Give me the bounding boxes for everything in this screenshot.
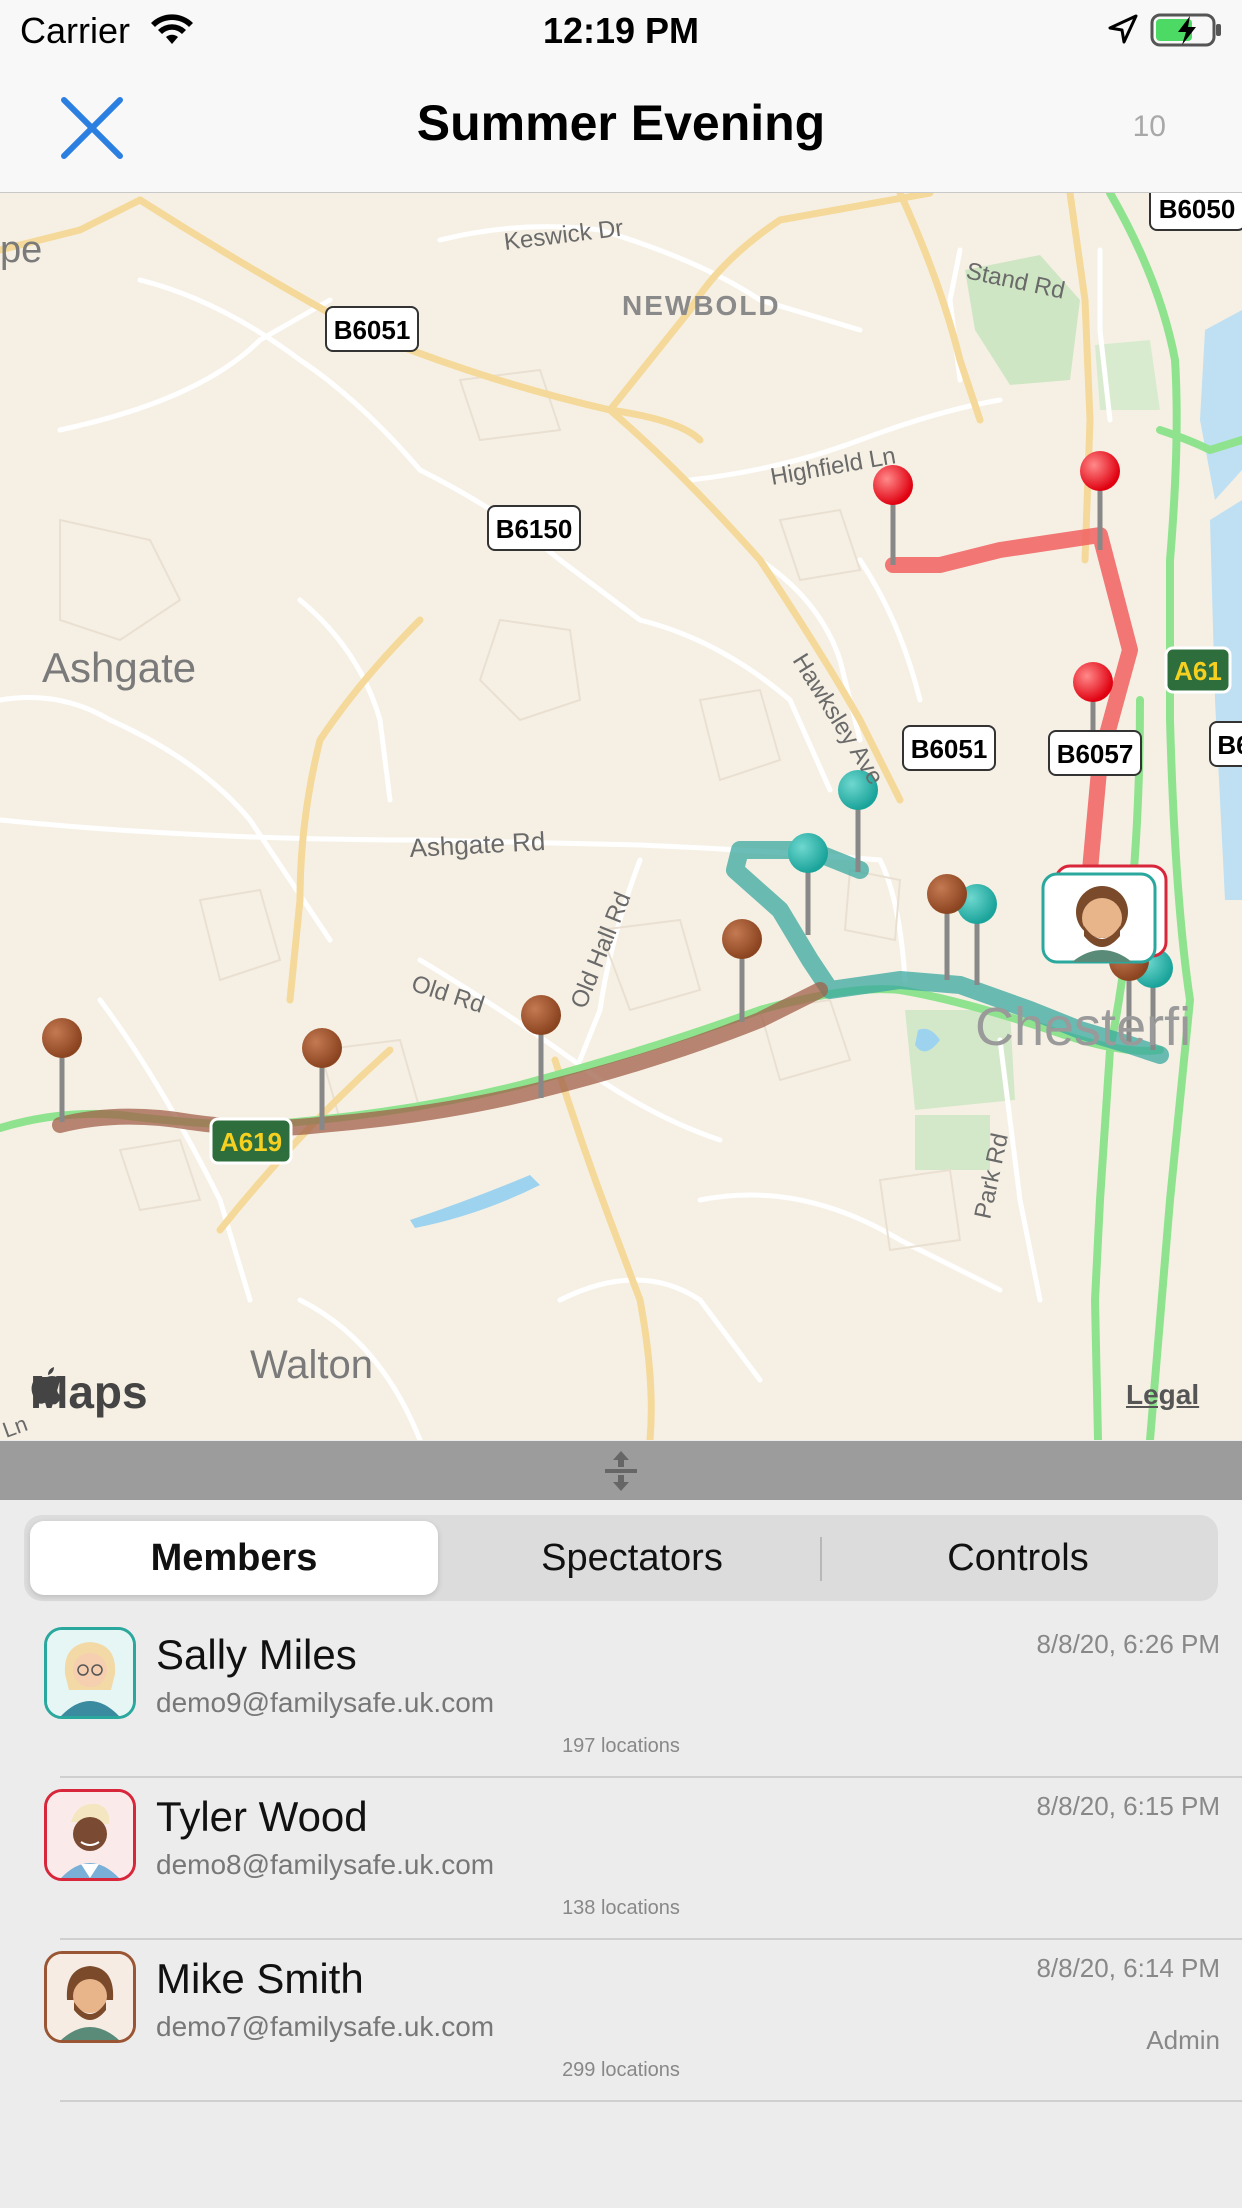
row-divider [60,2100,1242,2102]
member-location-count: 197 locations [562,1735,680,1757]
avatar [44,1951,136,2043]
map-canvas: Keswick Dr NEWBOLD Stand Rd Highfield Ln… [0,193,1242,1440]
page-title: Summer Evening [416,95,826,151]
shield-a619: A619 [209,1117,293,1165]
shield-b6050: B6050 [1149,193,1242,231]
member-role-badge: Admin [1146,2025,1220,2055]
avatar-tyler-icon [47,1792,133,1878]
location-count-badge: 10 [1132,110,1166,143]
shield-a61: A61 [1164,646,1232,694]
battery-icon [1150,13,1221,47]
pin-brown-1 [42,1018,82,1122]
location-arrow-icon [1108,14,1138,44]
member-name: Sally Miles [156,1631,357,1678]
member-last-seen: 8/8/20, 6:14 PM [1036,1953,1220,1983]
member-location-count: 299 locations [562,2059,680,2081]
label-ashgate: Ashgate [42,644,196,691]
shield-b6057: B6057 [1048,730,1142,776]
member-email: demo8@familysafe.uk.com [156,1849,495,1880]
svg-text:B6057: B6057 [1057,739,1134,769]
member-email: demo7@familysafe.uk.com [156,2011,495,2042]
svg-text:B6050: B6050 [1159,194,1236,224]
segment-divider [820,1537,822,1581]
label-hawksley-ave: Hawksley Ave [787,649,889,790]
pin-red-1 [873,465,913,565]
label-walton: Walton [250,1343,373,1387]
place-labels: Keswick Dr NEWBOLD Stand Rd Highfield Ln… [0,215,1191,1440]
svg-text:B6150: B6150 [496,514,573,544]
shield-b6051-top: B6051 [325,306,419,352]
resize-arrows-icon [605,1451,637,1491]
legal-link[interactable]: Legal [1126,1379,1199,1411]
shield-b6150: B6150 [487,505,581,551]
shield-b6-partial: B6 [1209,721,1242,767]
map-view[interactable]: Keswick Dr NEWBOLD Stand Rd Highfield Ln… [0,193,1242,1440]
label-ashgate-rd: Ashgate Rd [409,826,546,863]
pin-brown-4 [722,919,762,1022]
member-row[interactable]: Sally Miles demo9@familysafe.uk.com 8/8/… [0,1615,1242,1778]
member-last-seen: 8/8/20, 6:15 PM [1036,1791,1220,1821]
avatar-mike-icon [47,1954,133,2040]
status-bar: Carrier 12:19 PM [0,0,1242,64]
clock: 12:19 PM [542,10,700,51]
member-row[interactable]: Mike Smith demo7@familysafe.uk.com 8/8/2… [0,1939,1242,2102]
avatar [44,1789,136,1881]
svg-text:B6051: B6051 [911,734,988,764]
panel-resize-handle[interactable] [0,1441,1242,1500]
member-name: Tyler Wood [156,1793,368,1840]
label-keswick-dr: Keswick Dr [502,215,624,256]
nav-bar: Summer Evening 10 [0,64,1242,193]
member-name: Mike Smith [156,1955,364,2002]
svg-text:A619: A619 [220,1127,282,1157]
tab-controls[interactable]: Controls [824,1521,1212,1595]
label-newbold: NEWBOLD [622,290,781,321]
svg-text:A61: A61 [1174,656,1222,686]
member-email: demo9@familysafe.uk.com [156,1687,495,1718]
map-avatar-mike [1041,872,1157,964]
label-chesterfield: Chesterfi [975,997,1191,1057]
avatar-sally-icon [47,1630,133,1716]
member-last-seen: 8/8/20, 6:26 PM [1036,1629,1220,1659]
tab-members[interactable]: Members [30,1521,438,1595]
avatar [44,1627,136,1719]
tab-spectators[interactable]: Spectators [444,1521,820,1595]
svg-text:B6051: B6051 [334,315,411,345]
label-pe: pe [0,229,42,271]
member-row[interactable]: Tyler Wood demo8@familysafe.uk.com 8/8/2… [0,1777,1242,1940]
label-ln: Ln [0,1411,31,1440]
member-location-count: 138 locations [562,1897,680,1919]
svg-text:B6: B6 [1217,730,1242,760]
pin-brown-5 [927,874,967,980]
apple-maps-logo: Maps [30,1365,148,1419]
shield-b6051-mid: B6051 [902,725,996,771]
apple-logo-icon [31,1367,62,1405]
segmented-control: Members Spectators Controls [24,1515,1218,1601]
